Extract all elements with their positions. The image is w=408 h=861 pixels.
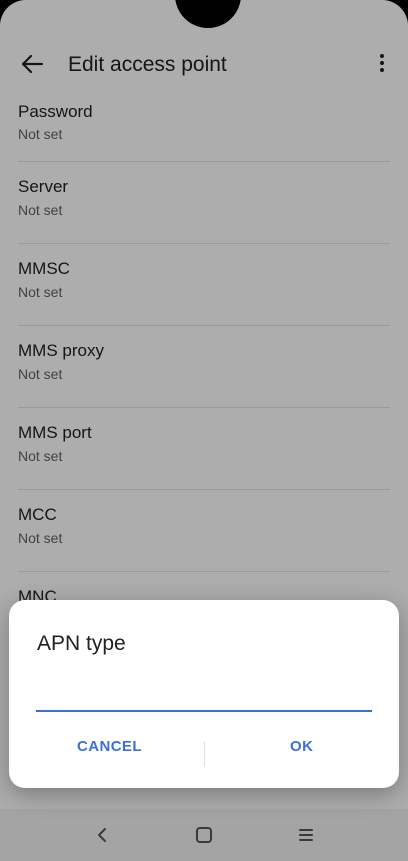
- cancel-button[interactable]: CANCEL: [77, 738, 142, 755]
- phone-screen: 10:00 100 Edit access point Password Not…: [0, 0, 408, 861]
- apn-type-input[interactable]: [36, 678, 372, 712]
- button-divider: [204, 741, 205, 767]
- apn-type-dialog: APN type CANCEL OK: [9, 600, 399, 788]
- ok-button[interactable]: OK: [290, 738, 313, 755]
- dialog-title: APN type: [37, 632, 126, 655]
